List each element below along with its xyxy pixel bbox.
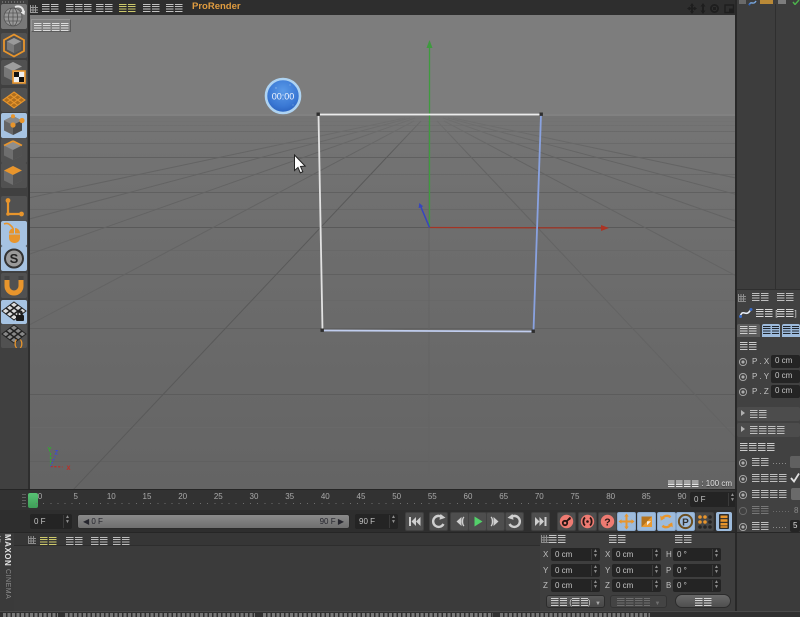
svg-text:X: X	[67, 466, 71, 472]
svg-text:?: ?	[604, 516, 610, 528]
svg-text:P: P	[682, 517, 689, 528]
svg-text:( ): ( )	[14, 338, 23, 348]
svg-text:Z: Z	[55, 451, 59, 457]
svg-text:Y: Y	[48, 448, 52, 454]
svg-text:00:00: 00:00	[272, 92, 295, 102]
svg-text:S: S	[10, 251, 19, 266]
